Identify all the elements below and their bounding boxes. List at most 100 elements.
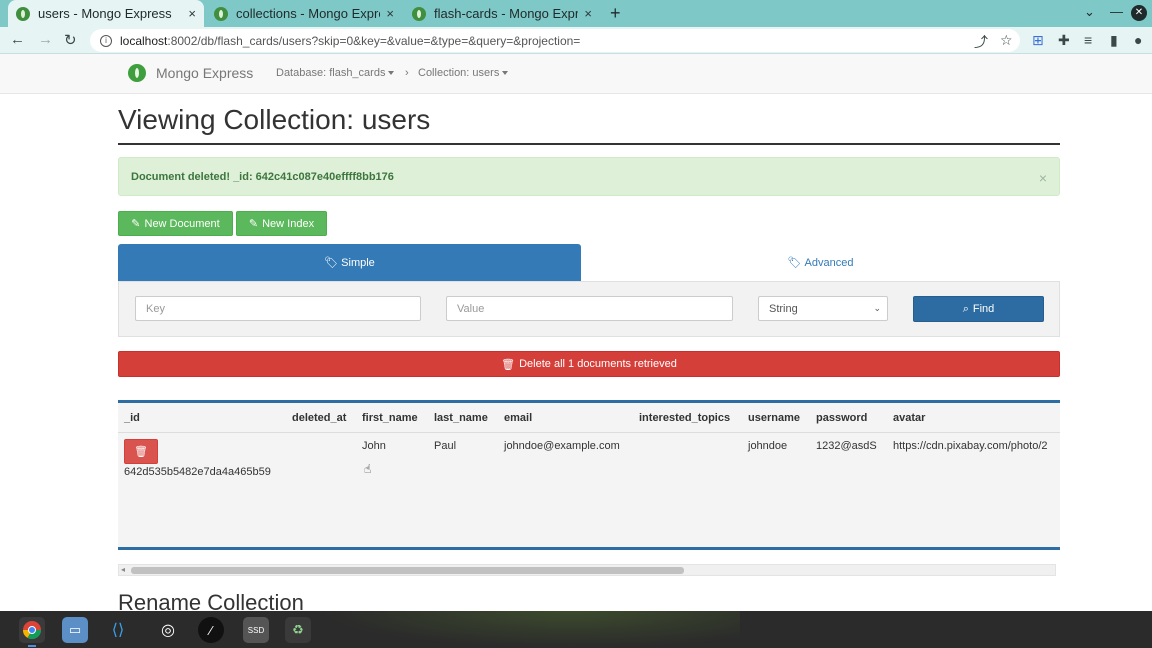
pencil-icon: ✎ (131, 218, 141, 230)
chrome-icon[interactable] (19, 617, 45, 643)
page-viewport: Mongo Express Database: flash_cards › Co… (0, 54, 1152, 611)
close-icon[interactable]: × (386, 6, 394, 21)
type-selected-value: String (769, 303, 798, 315)
documents-table: _id deleted_at first_name last_name emai… (118, 400, 1060, 550)
database-dropdown[interactable]: Database: flash_cards (276, 67, 395, 79)
find-button[interactable]: ⌕ Find (913, 296, 1044, 322)
browser-toolbar: ← → ↻ i localhost:8002/db/flash_cards/us… (0, 27, 1152, 54)
collection-crumb-label: Collection: users (418, 67, 500, 79)
tab-title: flash-cards - Mongo Expre (434, 6, 579, 21)
trash-icon: 🗑 (501, 358, 516, 371)
cell-password[interactable]: 1232@asdS (816, 440, 877, 452)
horizontal-scrollbar[interactable]: ◂ (118, 564, 1056, 576)
address-bar[interactable]: i localhost:8002/db/flash_cards/users?sk… (90, 29, 1020, 52)
close-icon[interactable]: × (584, 6, 592, 21)
reading-list-icon[interactable]: ≡ (1084, 32, 1092, 48)
brand-name: Mongo Express (156, 65, 254, 81)
delete-all-button[interactable]: 🗑 Delete all 1 documents retrieved (118, 351, 1060, 377)
new-index-button[interactable]: ✎ New Index (236, 211, 327, 236)
header-divider (118, 432, 1060, 433)
column-header[interactable]: username (748, 412, 800, 424)
column-header[interactable]: last_name (434, 412, 488, 424)
delete-document-button[interactable]: 🗑 (124, 439, 158, 464)
simple-query-form: Key Value String ⌄ ⌕ Find (118, 281, 1060, 337)
trash-icon: 🗑 (134, 446, 148, 458)
column-header[interactable]: password (816, 412, 867, 424)
pencil-icon: ✎ (248, 218, 259, 230)
rename-collection-heading: Rename Collection (118, 590, 304, 611)
extensions-icon[interactable]: ✚ (1058, 32, 1070, 49)
tab-search-icon[interactable]: ⌄ (1084, 4, 1095, 20)
cell-avatar[interactable]: https://cdn.pixabay.com/photo/2 (893, 440, 1048, 452)
back-icon[interactable]: ← (10, 31, 25, 48)
column-header[interactable]: deleted_at (292, 412, 346, 424)
column-header[interactable]: first_name (362, 412, 418, 424)
type-select[interactable]: String ⌄ (758, 296, 888, 321)
document-id-link[interactable]: 642d535b5482e7da4a465b59 (124, 466, 271, 478)
column-header[interactable]: _id (124, 412, 140, 424)
mongo-leaf-icon (412, 6, 426, 21)
new-document-label: New Document (144, 217, 220, 230)
mongo-leaf-icon (214, 6, 228, 21)
tab-simple[interactable]: 🏷 Simple (118, 244, 581, 281)
brand-link[interactable]: Mongo Express (128, 64, 253, 82)
browser-tab-users[interactable]: users - Mongo Express × (8, 0, 204, 27)
delete-all-label: Delete all 1 documents retrieved (519, 358, 677, 370)
find-label: Find (972, 303, 995, 315)
new-document-button[interactable]: ✎ New Document (118, 211, 233, 236)
tab-advanced-label: Advanced (804, 256, 854, 269)
tab-title: users - Mongo Express (38, 6, 172, 21)
chevron-down-icon: ⌄ (873, 303, 881, 313)
info-icon[interactable]: i (100, 34, 112, 47)
bookmark-star-icon[interactable]: ☆ (1000, 32, 1013, 49)
tab-advanced[interactable]: 🏷 Advanced (581, 244, 1060, 281)
cell-username[interactable]: johndoe (748, 440, 787, 452)
alert-close-icon[interactable]: × (1039, 170, 1047, 186)
share-icon[interactable]: ⤴ (974, 32, 988, 52)
page-title: Viewing Collection: users (118, 104, 431, 135)
window-close-icon[interactable]: ✕ (1131, 5, 1147, 21)
ssd-icon[interactable]: SSD (243, 617, 269, 643)
close-icon[interactable]: × (188, 6, 196, 21)
translate-icon[interactable]: ⊞ (1032, 32, 1044, 49)
url-path: :8002/db/flash_cards/users?skip=0&key=&v… (167, 33, 581, 48)
caret-down-icon (388, 71, 395, 76)
minimize-icon[interactable]: — (1110, 4, 1123, 19)
browser-tab-collections[interactable]: collections - Mongo Expre × (206, 0, 402, 27)
trash-bin-icon[interactable]: ♻ (285, 617, 311, 643)
database-crumb-label: Database: flash_cards (276, 67, 386, 79)
profile-avatar-icon[interactable]: ● (1134, 32, 1142, 48)
reload-icon[interactable]: ↻ (64, 31, 77, 49)
cell-last-name[interactable]: Paul (434, 440, 456, 452)
new-tab-button[interactable]: + (610, 3, 621, 24)
chevron-right-icon: › (405, 67, 409, 79)
mongo-leaf-icon (128, 64, 146, 82)
forward-icon[interactable]: → (38, 31, 53, 48)
cell-first-name[interactable]: John (362, 440, 386, 452)
tag-icon: 🏷 (324, 257, 339, 269)
browser-tab-bar: users - Mongo Express × collections - Mo… (0, 0, 1152, 27)
side-panel-icon[interactable]: ▮ (1110, 32, 1118, 49)
cell-email[interactable]: johndoe@example.com (504, 440, 620, 452)
search-icon: ⌕ (962, 302, 969, 315)
scroll-left-icon[interactable]: ◂ (121, 565, 125, 574)
value-input[interactable]: Value (446, 296, 733, 321)
hand-cursor-icon: ☝ (364, 462, 372, 476)
mongo-leaf-icon (16, 6, 30, 21)
browser-tab-flash-cards[interactable]: flash-cards - Mongo Expre × (404, 0, 600, 27)
caret-down-icon (502, 71, 509, 76)
terminal-icon[interactable]: ⁄ (198, 617, 224, 643)
success-alert: Document deleted! _id: 642c41c087e40efff… (118, 157, 1060, 196)
column-header[interactable]: avatar (893, 412, 925, 424)
vscode-icon[interactable]: ⟨⟩ (105, 617, 131, 643)
column-header[interactable]: email (504, 412, 532, 424)
files-icon[interactable]: ▭ (62, 617, 88, 643)
key-input[interactable]: Key (135, 296, 421, 321)
obs-icon[interactable]: ◎ (155, 617, 181, 643)
collection-dropdown[interactable]: Collection: users (418, 67, 509, 79)
os-taskbar: ▭ ⟨⟩ ◎ ⁄ SSD ♻ (0, 611, 1152, 648)
column-header[interactable]: interested_topics (639, 412, 730, 424)
scrollbar-thumb[interactable] (131, 567, 684, 574)
alert-message: Document deleted! _id: 642c41c087e40efff… (131, 171, 394, 183)
tab-title: collections - Mongo Expre (236, 6, 381, 21)
